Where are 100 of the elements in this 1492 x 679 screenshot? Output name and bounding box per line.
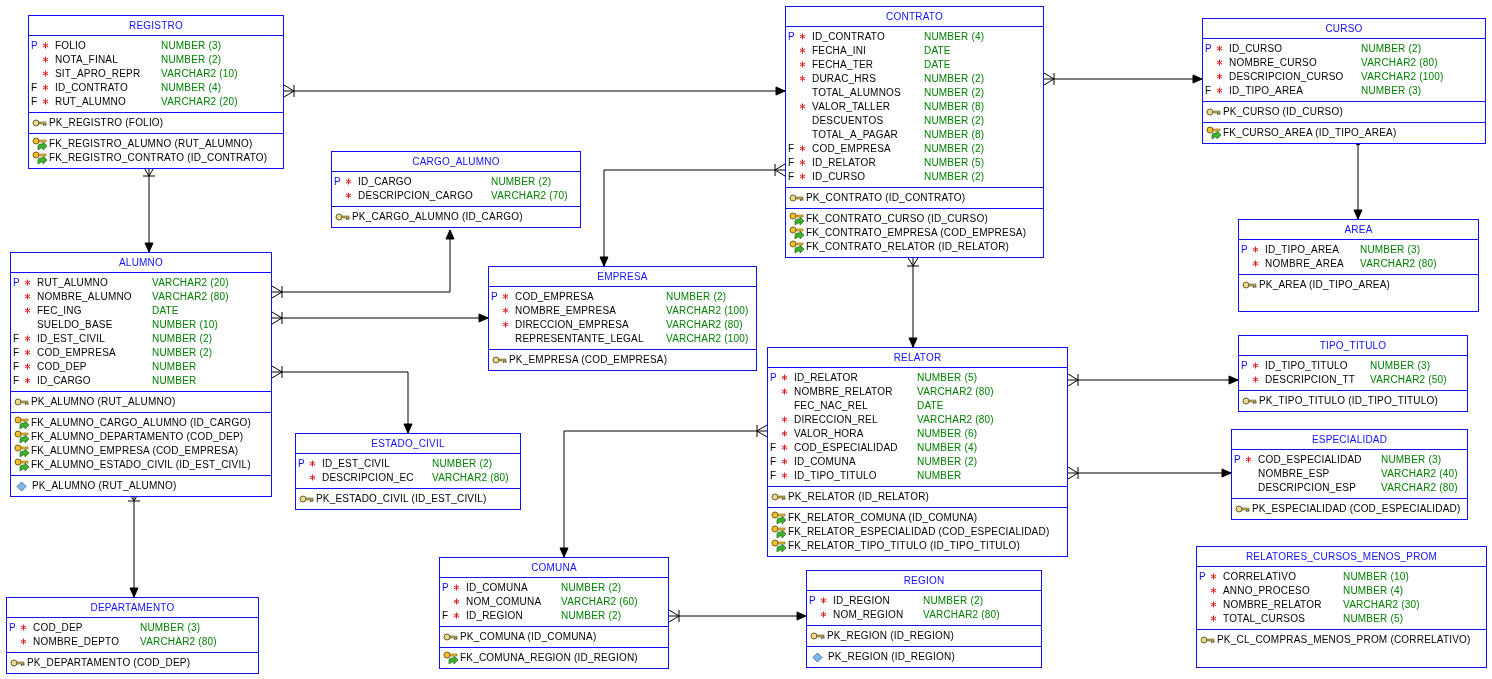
column-name: ID_RELATOR bbox=[812, 156, 877, 170]
column-type: NUMBER (5) bbox=[917, 371, 978, 385]
column-type: VARCHAR2 (80) bbox=[140, 635, 217, 649]
column-name: COD_EMPRESA bbox=[812, 142, 892, 156]
table-title: TIPO_TITULO bbox=[1239, 336, 1467, 356]
key-label: P bbox=[12, 276, 21, 290]
column-name: ID_COMUNA bbox=[794, 455, 857, 469]
column-name: DESCRIPCION_TT bbox=[1265, 373, 1357, 387]
column-name: DESCRIPCION_CURSO bbox=[1229, 70, 1345, 84]
foreign-key-icon bbox=[32, 137, 47, 151]
column-name: TOTAL_CURSOS bbox=[1223, 612, 1307, 626]
column-name: NOMBRE_ESP bbox=[1258, 467, 1331, 481]
column-name: ANNO_PROCESO bbox=[1223, 584, 1311, 598]
column-name: DESCRIPCION_ESP bbox=[1258, 481, 1358, 495]
key-label: P bbox=[490, 290, 499, 304]
column-type: NUMBER (2) bbox=[924, 114, 985, 128]
primary-key-name: PK_ESTADO_CIVIL (ID_EST_CIVIL) bbox=[316, 492, 487, 506]
column-type: NUMBER (2) bbox=[924, 170, 985, 184]
key-icon bbox=[14, 396, 29, 408]
key-icon bbox=[492, 354, 507, 366]
column-name: ID_TIPO_TITULO bbox=[794, 469, 878, 483]
entity-table[interactable]: COMUNA P ID_COMUNA NUMBER (2) NOM_COMUNA VARCHAR2 (60) F ID_REGION NUMBER (2) PK_COMUNA (ID_COMUNA) FK_COMUNA_REGION (ID_REGION) bbox=[439, 557, 669, 669]
key-label: F bbox=[12, 360, 21, 374]
key-label: F bbox=[12, 374, 21, 388]
entity-table[interactable]: TIPO_TITULO P ID_TIPO_TITULO NUMBER (3) DESCRIPCION_TT VARCHAR2 (50) PK_TIPO_TITULO (ID_TIPO_TITULO) bbox=[1238, 335, 1468, 412]
column-type: NUMBER (2) bbox=[666, 290, 727, 304]
column-type: NUMBER (5) bbox=[924, 156, 985, 170]
foreign-key-icon bbox=[32, 151, 47, 165]
column-name: DURAC_HRS bbox=[812, 72, 878, 86]
column-type: NUMBER (4) bbox=[924, 30, 985, 44]
foreign-key-icon bbox=[14, 430, 29, 444]
column-name: FECHA_INI bbox=[812, 44, 868, 58]
column-name: COD_EMPRESA bbox=[515, 290, 595, 304]
column-type: VARCHAR2 (80) bbox=[1360, 257, 1437, 271]
column-type: VARCHAR2 (10) bbox=[161, 67, 238, 81]
column-type: VARCHAR2 (20) bbox=[152, 276, 229, 290]
entity-table[interactable]: DEPARTAMENTO P COD_DEP NUMBER (3) NOMBRE_DEPTO VARCHAR2 (80) PK_DEPARTAMENTO (COD_DEP) bbox=[6, 597, 259, 674]
column-name: COD_ESPECIALIDAD bbox=[794, 441, 899, 455]
column-type: VARCHAR2 (80) bbox=[917, 385, 994, 399]
column-name: RUT_ALUMNO bbox=[55, 95, 127, 109]
column-type: NUMBER (2) bbox=[923, 594, 984, 608]
entity-table[interactable]: ESTADO_CIVIL P ID_EST_CIVIL NUMBER (2) DESCRIPCION_EC VARCHAR2 (80) PK_ESTADO_CIVIL (ID_EST_CIVIL) bbox=[295, 433, 521, 510]
column-name: COD_DEP bbox=[37, 360, 88, 374]
entity-table[interactable] bbox=[28, 15, 284, 169]
column-name: DIRECCION_EMPRESA bbox=[515, 318, 630, 332]
column-type: NUMBER (4) bbox=[1343, 584, 1404, 598]
column-type: VARCHAR2 (50) bbox=[1370, 373, 1447, 387]
entity-table[interactable]: RELATORES_CURSOS_MENOS_PROM P CORRELATIVO NUMBER (10) ANNO_PROCESO NUMBER (4) NOMBRE_RELATOR VARCHAR2 (30) TOTAL_CURSOS NUMBER (5) PK_CL_COMPRAS_MENOS_PROM (CORRELATIVO) bbox=[1196, 546, 1487, 668]
column-type: VARCHAR2 (80) bbox=[923, 608, 1000, 622]
column-name: VALOR_HORA bbox=[794, 427, 865, 441]
key-label: F bbox=[30, 81, 39, 95]
column-type: NUMBER bbox=[917, 469, 962, 483]
key-label: F bbox=[769, 441, 778, 455]
entity-table[interactable]: CURSO P ID_CURSO NUMBER (2) NOMBRE_CURSO VARCHAR2 (80) DESCRIPCION_CURSO VARCHAR2 (100) F ID_TIPO_AREA NUMBER (3) PK_CURSO (ID_CURSO) FK_CURSO_AREA (ID_TIPO_AREA) bbox=[1202, 18, 1486, 144]
entity-table[interactable]: CARGO_ALUMNO P ID_CARGO NUMBER (2) DESCRIPCION_CARGO VARCHAR2 (70) PK_CARGO_ALUMNO (ID_CARGO) bbox=[331, 151, 581, 228]
column-name: ID_EST_CIVIL bbox=[322, 457, 391, 471]
entity-table[interactable]: REGION P ID_REGION NUMBER (2) NOM_REGION VARCHAR2 (80) PK_REGION (ID_REGION) PK_REGION (ID_REGION) bbox=[806, 570, 1042, 668]
entity-table[interactable] bbox=[785, 6, 1044, 258]
column-type: VARCHAR2 (30) bbox=[1343, 598, 1420, 612]
entity-table[interactable]: AREA P ID_TIPO_AREA NUMBER (3) NOMBRE_AREA VARCHAR2 (80) PK_AREA (ID_TIPO_AREA) bbox=[1238, 219, 1479, 312]
table-title: REGISTRO bbox=[29, 16, 283, 36]
key-icon bbox=[1200, 634, 1215, 646]
column-type: NUMBER (8) bbox=[924, 100, 985, 114]
column-type: NUMBER (2) bbox=[917, 455, 978, 469]
column-type: NUMBER (4) bbox=[161, 81, 222, 95]
table-title: REGION bbox=[807, 571, 1041, 591]
key-label: F bbox=[12, 332, 21, 346]
key-label: P bbox=[1240, 359, 1249, 373]
entity-table[interactable] bbox=[10, 252, 272, 497]
column-type: VARCHAR2 (80) bbox=[1381, 481, 1458, 495]
primary-key-name: PK_CONTRATO (ID_CONTRATO) bbox=[806, 191, 966, 205]
column-name: ID_CURSO bbox=[1229, 42, 1284, 56]
column-type: VARCHAR2 (80) bbox=[432, 471, 509, 485]
entity-table[interactable]: ESPECIALIDAD P COD_ESPECIALIDAD NUMBER (3) NOMBRE_ESP VARCHAR2 (40) DESCRIPCION_ESP VARCHAR2 (80) PK_ESPECIALIDAD (COD_ESPECIALIDAD) bbox=[1231, 429, 1468, 520]
key-icon bbox=[32, 117, 47, 129]
column-name: COD_ESPECIALIDAD bbox=[1258, 453, 1363, 467]
key-label: F bbox=[769, 455, 778, 469]
column-type: NUMBER (3) bbox=[1361, 84, 1422, 98]
foreign-key-name: FK_CONTRATO_RELATOR (ID_RELATOR) bbox=[806, 240, 1010, 254]
key-icon bbox=[335, 211, 350, 223]
foreign-key-name: FK_CONTRATO_CURSO (ID_CURSO) bbox=[806, 212, 988, 226]
column-type: NUMBER (10) bbox=[152, 318, 219, 332]
column-name: RUT_ALUMNO bbox=[37, 276, 109, 290]
foreign-key-name: FK_RELATOR_TIPO_TITULO (ID_TIPO_TITULO) bbox=[788, 539, 1020, 553]
column-name: FECHA_TER bbox=[812, 58, 875, 72]
column-name: NOM_REGION bbox=[833, 608, 905, 622]
column-name: NOMBRE_DEPTO bbox=[33, 635, 121, 649]
entity-table[interactable]: EMPRESA P COD_EMPRESA NUMBER (2) NOMBRE_EMPRESA VARCHAR2 (100) DIRECCION_EMPRESA VARCHAR2 (80) REPRESENTANTE_LEGAL VARCHAR2 (100) PK_EMPRESA (COD_EMPRESA) bbox=[488, 266, 757, 371]
foreign-key-icon bbox=[771, 511, 786, 525]
entity-table[interactable] bbox=[767, 347, 1068, 557]
column-name: ID_REGION bbox=[833, 594, 891, 608]
column-name: SIT_APRO_REPR bbox=[55, 67, 142, 81]
column-name: SUELDO_BASE bbox=[37, 318, 114, 332]
column-type: NUMBER (2) bbox=[152, 332, 213, 346]
column-name: COD_EMPRESA bbox=[37, 346, 117, 360]
foreign-key-name: FK_ALUMNO_DEPARTAMENTO (COD_DEP) bbox=[31, 430, 244, 444]
column-name: ID_COMUNA bbox=[466, 581, 529, 595]
column-name: DESCRIPCION_EC bbox=[322, 471, 415, 485]
key-label: P bbox=[1204, 42, 1213, 56]
key-label: F bbox=[30, 95, 39, 109]
